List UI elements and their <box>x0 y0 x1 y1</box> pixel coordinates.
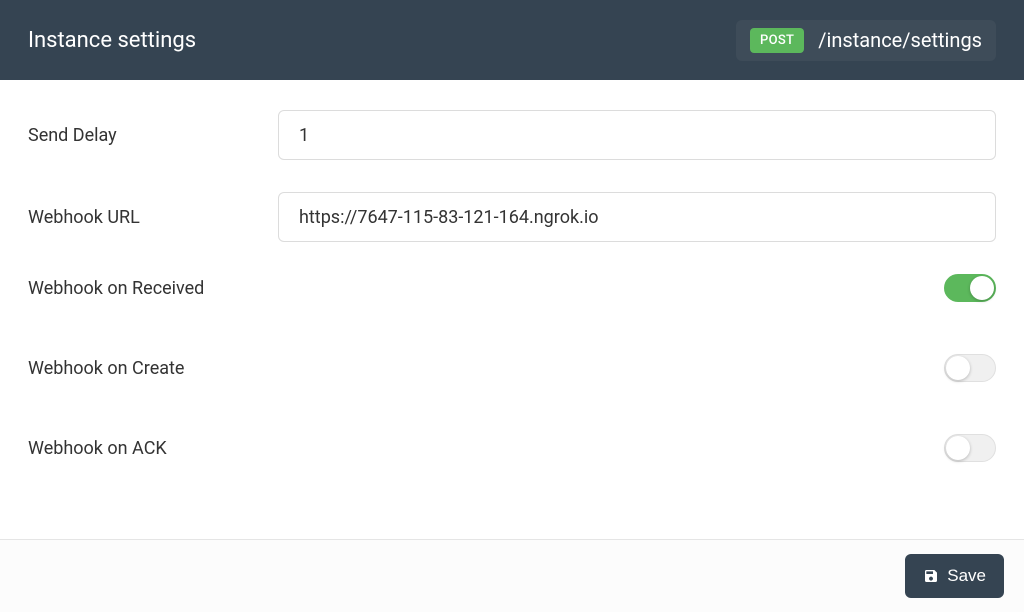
toggle-webhook-ack[interactable] <box>944 434 996 462</box>
save-button[interactable]: Save <box>905 554 1004 598</box>
input-webhook-url[interactable] <box>278 192 996 242</box>
label-webhook-ack: Webhook on ACK <box>28 438 278 459</box>
http-method-badge: POST <box>750 28 804 53</box>
toggle-webhook-create[interactable] <box>944 354 996 382</box>
row-webhook-ack: Webhook on ACK <box>28 434 996 462</box>
label-webhook-url: Webhook URL <box>28 207 278 228</box>
label-webhook-create: Webhook on Create <box>28 358 278 379</box>
toggle-knob <box>970 276 994 300</box>
input-send-delay[interactable] <box>278 110 996 160</box>
save-button-label: Save <box>947 566 986 586</box>
label-webhook-received: Webhook on Received <box>28 278 278 299</box>
floppy-disk-icon <box>923 568 939 584</box>
settings-form: Send Delay Webhook URL Webhook on Receiv… <box>0 80 1024 462</box>
endpoint-box: POST /instance/settings <box>736 20 996 61</box>
toggle-webhook-received[interactable] <box>944 274 996 302</box>
row-webhook-received: Webhook on Received <box>28 274 996 302</box>
page-header: Instance settings POST /instance/setting… <box>0 0 1024 80</box>
footer-bar: Save <box>0 539 1024 612</box>
toggle-knob <box>946 356 970 380</box>
row-send-delay: Send Delay <box>28 110 996 160</box>
endpoint-path: /instance/settings <box>818 28 982 52</box>
toggle-knob <box>946 436 970 460</box>
page-title: Instance settings <box>28 28 196 53</box>
row-webhook-url: Webhook URL <box>28 192 996 242</box>
row-webhook-create: Webhook on Create <box>28 354 996 382</box>
label-send-delay: Send Delay <box>28 125 278 146</box>
